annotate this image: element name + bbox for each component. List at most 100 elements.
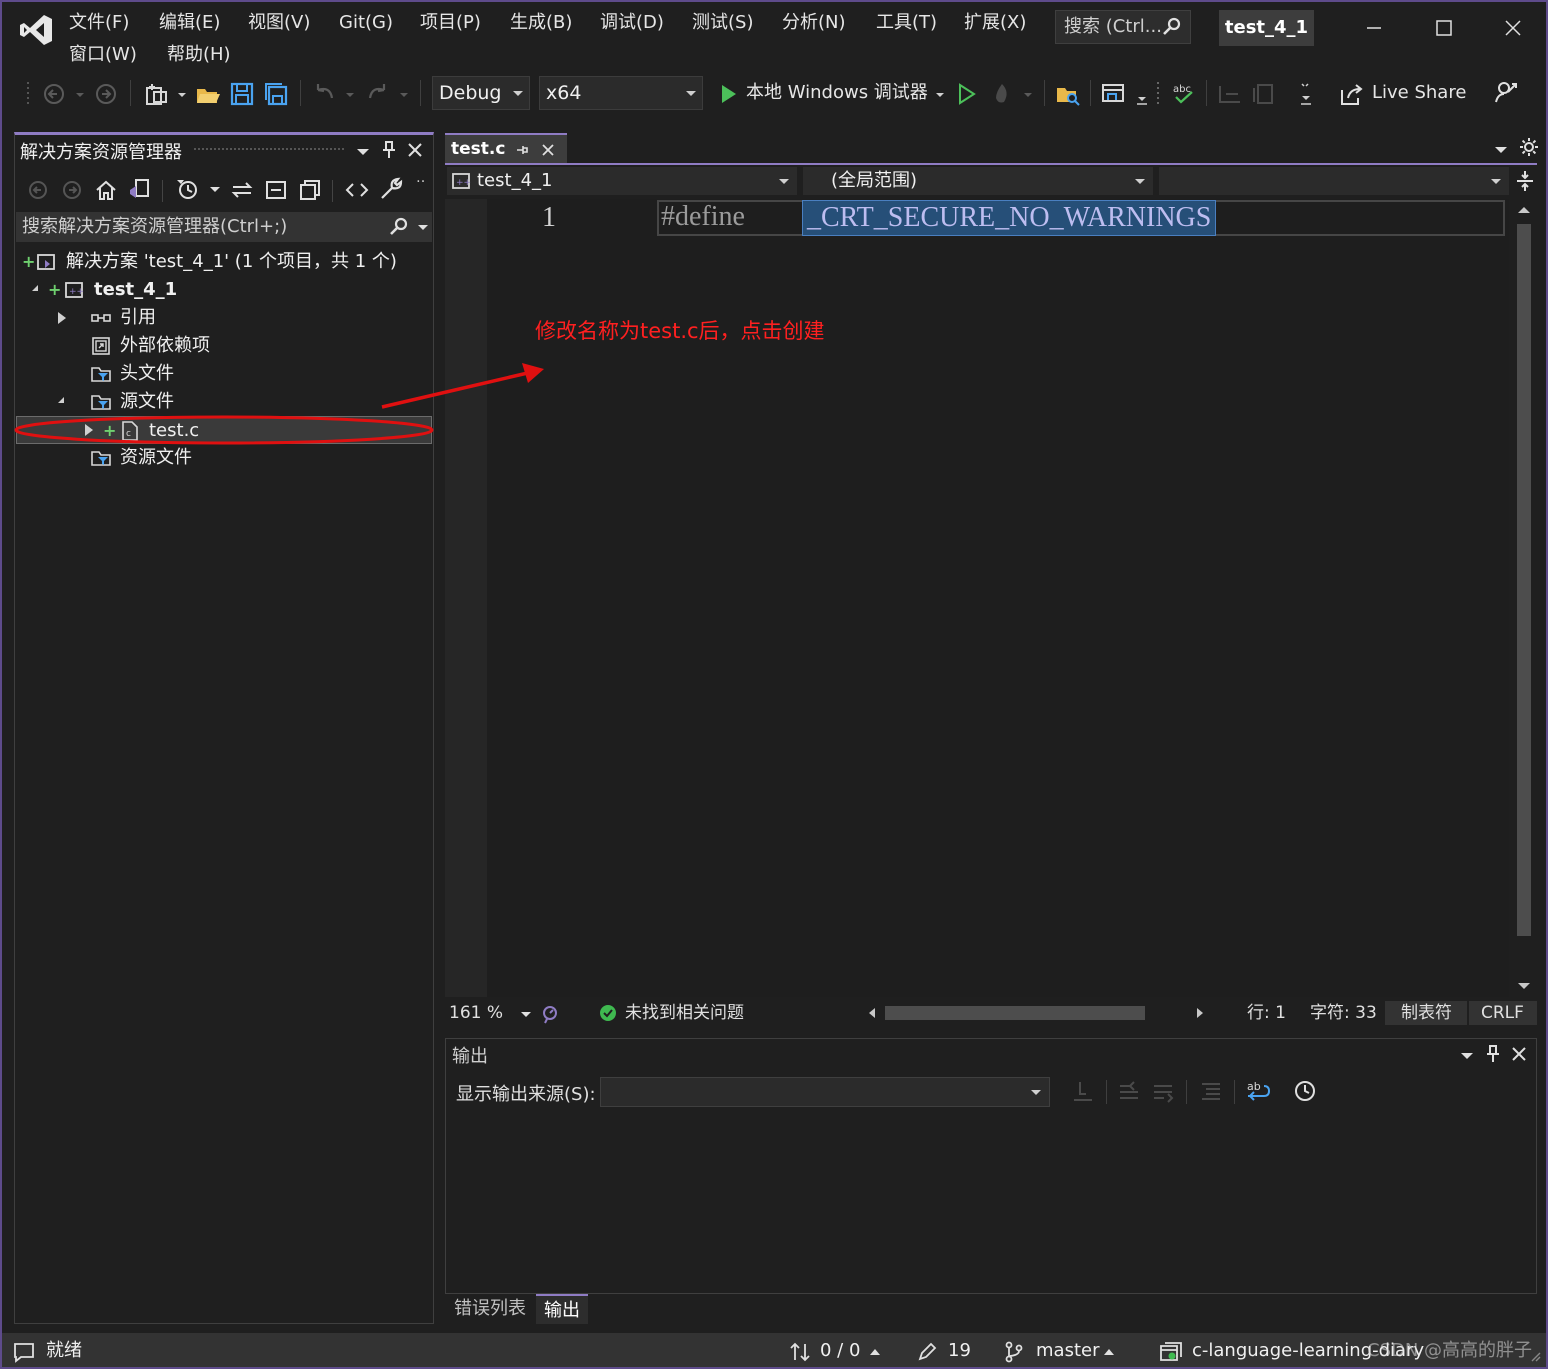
cursor-char[interactable]: 字符: 33: [1310, 999, 1377, 1027]
pin-tab-icon[interactable]: [515, 143, 529, 157]
tab-output[interactable]: 输出: [536, 1294, 588, 1324]
close-tab-icon[interactable]: [541, 143, 555, 157]
clear-all-icon[interactable]: [1198, 1078, 1224, 1104]
navigate-back-icon[interactable]: [40, 80, 68, 108]
tree-item-resource-files[interactable]: 资源文件: [16, 444, 432, 472]
minimize-icon[interactable]: [1354, 12, 1394, 44]
scroll-down-icon[interactable]: [1515, 979, 1533, 993]
menu-help[interactable]: 帮助(H): [167, 42, 231, 68]
search-options-dropdown-icon[interactable]: [416, 220, 430, 234]
sync-with-active-document-icon[interactable]: [230, 178, 254, 202]
toolbar-overflow-icon[interactable]: ‥: [416, 170, 425, 186]
menu-debug[interactable]: 调试(D): [600, 10, 664, 36]
menu-test[interactable]: 测试(S): [692, 10, 753, 36]
menu-window[interactable]: 窗口(W): [69, 42, 137, 68]
pin-icon[interactable]: [380, 140, 398, 160]
close-panel-icon[interactable]: [1510, 1045, 1528, 1063]
tree-item-external-dependencies[interactable]: 外部依赖项: [16, 332, 432, 360]
menu-file[interactable]: 文件(F): [69, 10, 129, 36]
git-sync-count[interactable]: 0 / 0: [820, 1333, 860, 1367]
solution-configuration-select[interactable]: Debug: [432, 76, 530, 110]
show-all-files-icon[interactable]: [298, 178, 322, 202]
start-debugging-button[interactable]: 本地 Windows 调试器: [746, 80, 928, 106]
panel-options-dropdown-icon[interactable]: [354, 142, 372, 160]
close-window-icon[interactable]: [1493, 12, 1533, 44]
editor-vertical-scrollbar-thumb[interactable]: [1517, 224, 1531, 936]
scroll-up-icon[interactable]: [1515, 203, 1533, 217]
collapse-all-icon[interactable]: [264, 178, 288, 202]
dropdown-arrow-icon[interactable]: [206, 180, 224, 198]
maximize-icon[interactable]: [1424, 12, 1464, 44]
tree-item-project[interactable]: + ++ test_4_1: [16, 276, 432, 304]
hot-reload-icon[interactable]: [988, 80, 1016, 108]
zoom-level[interactable]: 161 %: [449, 999, 503, 1027]
navigate-forward-icon[interactable]: [60, 178, 84, 202]
tree-item-solution[interactable]: + 解决方案 'test_4_1' (1 个项目，共 1 个): [16, 248, 432, 276]
scroll-right-icon[interactable]: [1193, 1006, 1207, 1020]
start-debugging-icon[interactable]: [714, 80, 742, 108]
line-ending[interactable]: CRLF: [1481, 999, 1524, 1027]
menu-tools[interactable]: 工具(T): [876, 10, 937, 36]
new-project-icon[interactable]: [142, 80, 170, 108]
menu-project[interactable]: 项目(P): [420, 10, 481, 36]
menu-build[interactable]: 生成(B): [510, 10, 572, 36]
dropdown-arrow-icon[interactable]: [66, 80, 94, 108]
zoom-dropdown-icon[interactable]: [519, 1007, 533, 1021]
tab-test-c[interactable]: test.c: [445, 133, 567, 163]
menu-view[interactable]: 视图(V): [248, 10, 310, 36]
properties-wrench-icon[interactable]: [378, 176, 404, 202]
dropdown-arrow-icon[interactable]: [390, 80, 418, 108]
cursor-line[interactable]: 行: 1: [1247, 999, 1286, 1027]
tree-item-references[interactable]: 引用: [16, 304, 432, 332]
nav-project-select[interactable]: ++ test_4_1: [447, 167, 797, 195]
next-message-icon[interactable]: [1150, 1078, 1176, 1104]
expand-triangle-icon[interactable]: [32, 285, 38, 291]
dropdown-arrow-icon[interactable]: [926, 80, 954, 108]
panel-drag-handle[interactable]: [194, 148, 344, 152]
expand-triangle-icon[interactable]: [58, 397, 64, 403]
dropdown-arrow-icon[interactable]: [336, 80, 364, 108]
solution-platform-select[interactable]: x64: [539, 76, 703, 110]
menu-extensions[interactable]: 扩展(X): [964, 10, 1026, 36]
open-folder-icon[interactable]: [194, 80, 222, 108]
view-code-icon[interactable]: [344, 178, 370, 202]
timestamp-clock-icon[interactable]: [1292, 1078, 1318, 1104]
tab-list-dropdown-icon[interactable]: [1492, 140, 1510, 158]
nav-scope-select[interactable]: (全局范围): [803, 167, 1153, 195]
switch-views-icon[interactable]: [126, 176, 152, 202]
save-all-icon[interactable]: [262, 80, 290, 108]
split-window-icon[interactable]: [1514, 169, 1536, 193]
find-message-icon[interactable]: [1070, 1078, 1096, 1104]
undo-icon[interactable]: [310, 80, 338, 108]
pending-changes-count[interactable]: 19: [948, 1333, 971, 1367]
comment-lines-icon[interactable]: [1216, 80, 1244, 108]
sync-arrows-icon[interactable]: [788, 1341, 812, 1363]
notification-icon[interactable]: [12, 1341, 36, 1363]
code-macro-selected[interactable]: _CRT_SECURE_NO_WARNINGS: [802, 200, 1217, 236]
menu-analyze[interactable]: 分析(N): [782, 10, 846, 36]
browser-link-icon[interactable]: [1100, 80, 1128, 108]
feedback-icon[interactable]: [1492, 78, 1520, 106]
menu-git[interactable]: Git(G): [339, 10, 393, 36]
home-icon[interactable]: [94, 178, 118, 202]
git-branch-icon[interactable]: [1002, 1340, 1026, 1364]
navigate-forward-icon[interactable]: [92, 80, 120, 108]
pending-changes-pencil-icon[interactable]: [916, 1341, 938, 1363]
toolbar-overflow-icon[interactable]: [1292, 80, 1320, 108]
collapse-triangle-icon[interactable]: [58, 312, 66, 324]
pending-changes-filter-icon[interactable]: [174, 176, 200, 202]
toggle-word-wrap-icon[interactable]: ab: [1244, 1078, 1272, 1104]
tree-item-header-files[interactable]: 头文件: [16, 360, 432, 388]
chevron-up-icon[interactable]: [868, 1345, 882, 1359]
tab-error-list[interactable]: 错误列表: [446, 1294, 534, 1324]
issues-status[interactable]: 未找到相关问题: [625, 999, 744, 1027]
solution-explorer-search[interactable]: 搜索解决方案资源管理器(Ctrl+;): [16, 212, 432, 242]
chevron-up-icon[interactable]: [1102, 1345, 1116, 1359]
intellicode-icon[interactable]: [539, 1003, 561, 1025]
repository-icon[interactable]: [1158, 1340, 1184, 1364]
scroll-left-icon[interactable]: [865, 1006, 879, 1020]
nav-member-select[interactable]: [1159, 167, 1509, 195]
live-share-button[interactable]: Live Share: [1372, 80, 1466, 106]
editor-horizontal-scrollbar-thumb[interactable]: [885, 1006, 1145, 1020]
previous-message-icon[interactable]: [1116, 1078, 1142, 1104]
